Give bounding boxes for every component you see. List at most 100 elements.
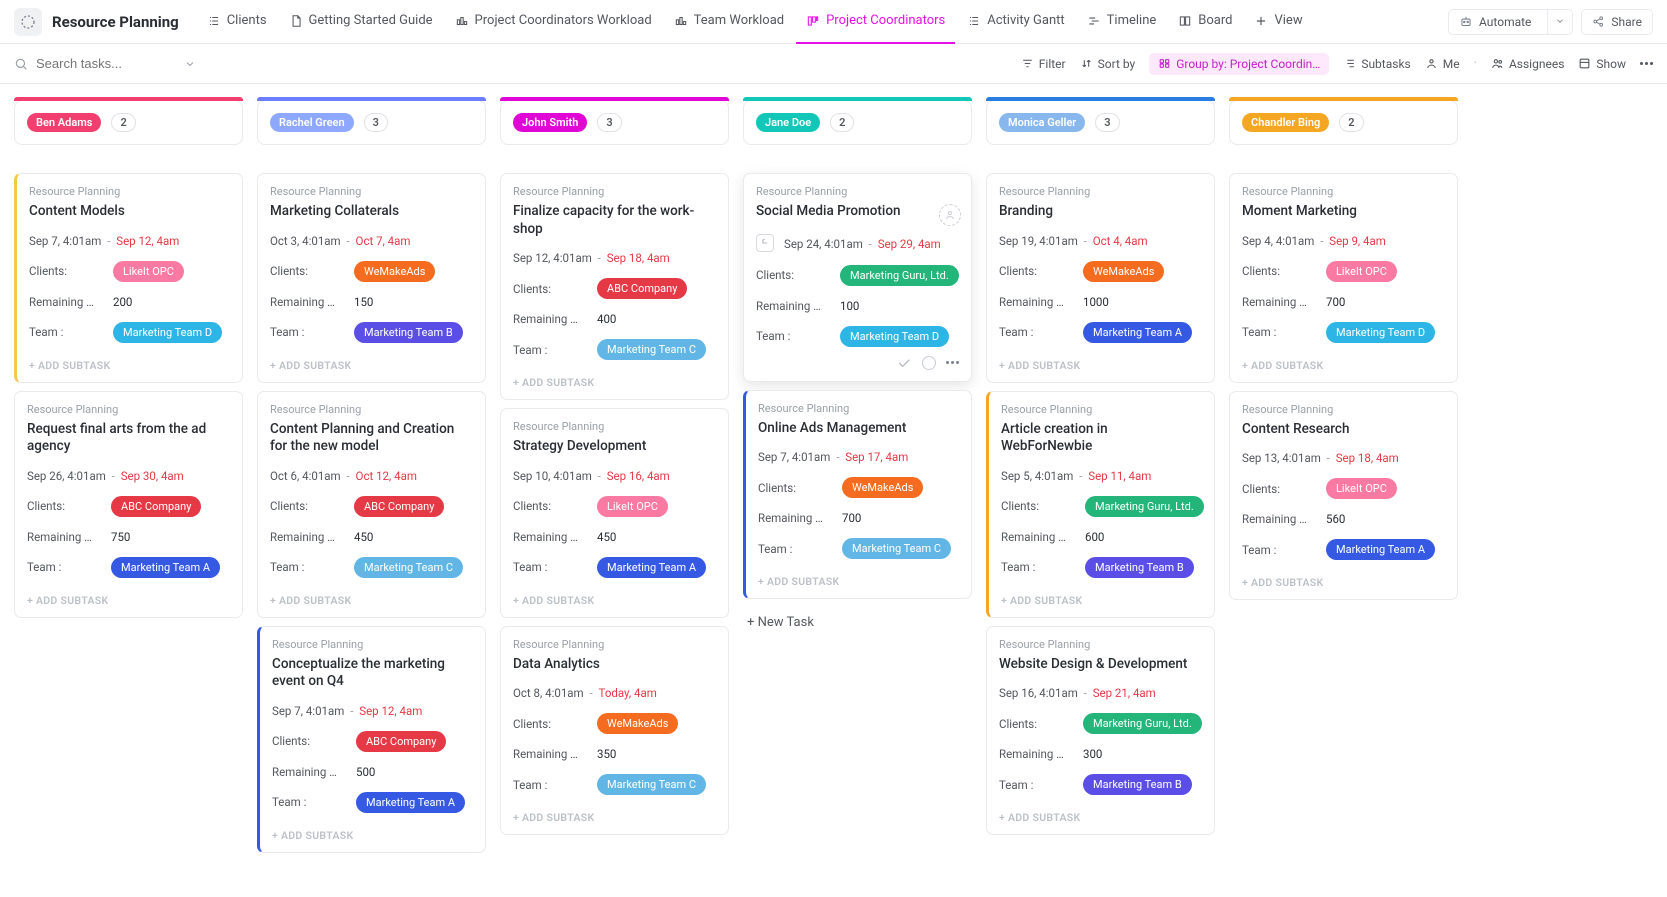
check-icon[interactable] xyxy=(896,355,912,371)
share-button[interactable]: Share xyxy=(1581,9,1653,35)
more-icon[interactable] xyxy=(946,361,959,364)
client-pill[interactable]: WeMakeAds xyxy=(842,477,923,498)
task-card[interactable]: Resource PlanningContent ResearchSep 13,… xyxy=(1229,391,1458,601)
view-tab[interactable]: Clients xyxy=(197,0,277,44)
team-pill[interactable]: Marketing Team B xyxy=(354,322,463,343)
add-subtask-button[interactable]: + ADD SUBTASK xyxy=(272,819,473,852)
view-tab[interactable]: Project Coordinators Workload xyxy=(445,0,662,44)
client-pill[interactable]: ABC Company xyxy=(354,496,444,517)
team-pill[interactable]: Marketing Team D xyxy=(840,326,949,347)
client-pill[interactable]: ABC Company xyxy=(597,278,687,299)
column-header[interactable]: Rachel Green3 xyxy=(257,100,486,145)
team-pill[interactable]: Marketing Team A xyxy=(111,557,220,578)
task-card[interactable]: Resource PlanningSocial Media PromotionS… xyxy=(743,173,972,382)
task-card[interactable]: Resource PlanningMoment MarketingSep 4, … xyxy=(1229,173,1458,383)
client-pill[interactable]: Marketing Guru, Ltd. xyxy=(1085,496,1204,517)
client-pill[interactable]: LikeIt OPC xyxy=(597,496,668,517)
task-card[interactable]: Resource PlanningArticle creation in Web… xyxy=(986,391,1215,618)
filter-button[interactable]: Filter xyxy=(1021,57,1066,71)
add-subtask-button[interactable]: + ADD SUBTASK xyxy=(1242,566,1445,599)
task-card[interactable]: Resource PlanningBrandingSep 19, 4:01am … xyxy=(986,173,1215,383)
assignee-placeholder-icon[interactable] xyxy=(939,204,961,226)
add-subtask-button[interactable]: + ADD SUBTASK xyxy=(270,584,473,617)
task-card[interactable]: Resource PlanningData AnalyticsOct 8, 4:… xyxy=(500,626,729,836)
team-pill[interactable]: Marketing Team B xyxy=(1085,557,1194,578)
client-pill[interactable]: LikeIt OPC xyxy=(113,261,184,282)
search-input[interactable] xyxy=(36,56,176,71)
client-pill[interactable]: Marketing Guru, Ltd. xyxy=(1083,713,1202,734)
add-subtask-button[interactable]: + ADD SUBTASK xyxy=(758,565,959,598)
search-wrap xyxy=(14,56,1009,71)
remaining-value: 450 xyxy=(354,530,373,544)
client-pill[interactable]: WeMakeAds xyxy=(1083,261,1164,282)
automate-dropdown-icon[interactable] xyxy=(1547,10,1572,34)
clients-row: Clients:Marketing Guru, Ltd. xyxy=(756,265,959,286)
team-pill[interactable]: Marketing Team C xyxy=(842,538,951,559)
team-pill[interactable]: Marketing Team C xyxy=(597,339,706,360)
client-pill[interactable]: ABC Company xyxy=(356,731,446,752)
client-pill[interactable]: WeMakeAds xyxy=(354,261,435,282)
me-button[interactable]: Me xyxy=(1425,57,1460,71)
add-subtask-button[interactable]: + ADD SUBTASK xyxy=(270,349,473,382)
view-tab[interactable]: Getting Started Guide xyxy=(279,0,443,44)
subtasks-button[interactable]: Subtasks xyxy=(1343,57,1410,71)
card-title: Content Planning and Creation for the ne… xyxy=(270,421,473,456)
team-pill[interactable]: Marketing Team A xyxy=(597,557,706,578)
assignees-button[interactable]: Assignees xyxy=(1491,57,1564,71)
team-pill[interactable]: Marketing Team C xyxy=(354,557,463,578)
team-pill[interactable]: Marketing Team D xyxy=(113,322,222,343)
add-subtask-button[interactable]: + ADD SUBTASK xyxy=(513,584,716,617)
team-pill[interactable]: Marketing Team C xyxy=(597,774,706,795)
team-pill[interactable]: Marketing Team A xyxy=(1083,322,1192,343)
task-card[interactable]: Resource PlanningMarketing CollateralsOc… xyxy=(257,173,486,383)
client-pill[interactable]: LikeIt OPC xyxy=(1326,261,1397,282)
team-pill[interactable]: Marketing Team D xyxy=(1326,322,1435,343)
add-subtask-button[interactable]: + ADD SUBTASK xyxy=(999,349,1202,382)
task-card[interactable]: Resource PlanningFinalize capacity for t… xyxy=(500,173,729,400)
task-card[interactable]: Resource PlanningRequest final arts from… xyxy=(14,391,243,618)
task-card[interactable]: Resource PlanningContent Planning and Cr… xyxy=(257,391,486,618)
add-subtask-button[interactable]: + ADD SUBTASK xyxy=(513,366,716,399)
team-pill[interactable]: Marketing Team B xyxy=(1083,774,1192,795)
column-header[interactable]: John Smith3 xyxy=(500,100,729,145)
task-card[interactable]: Resource PlanningOnline Ads ManagementSe… xyxy=(743,390,972,600)
card-dates: Sep 16, 4:01am - Sep 21, 4am xyxy=(999,686,1202,700)
new-task-button[interactable]: + New Task xyxy=(743,607,972,630)
add-subtask-button[interactable]: + ADD SUBTASK xyxy=(29,349,230,382)
task-card[interactable]: Resource PlanningConceptualize the marke… xyxy=(257,626,486,853)
add-subtask-button[interactable]: + ADD SUBTASK xyxy=(1001,584,1202,617)
filter-right: Filter Sort by Group by: Project Coordin… xyxy=(1021,53,1653,75)
view-tab[interactable]: Timeline xyxy=(1077,0,1167,44)
column-header[interactable]: Jane Doe2 xyxy=(743,100,972,145)
team-pill[interactable]: Marketing Team A xyxy=(1326,539,1435,560)
automate-button[interactable]: Automate xyxy=(1448,9,1573,35)
view-tab[interactable]: Project Coordinators xyxy=(796,0,955,44)
task-card[interactable]: Resource PlanningContent ModelsSep 7, 4:… xyxy=(14,173,243,383)
client-pill[interactable]: WeMakeAds xyxy=(597,713,678,734)
view-tab[interactable]: Team Workload xyxy=(664,0,794,44)
show-button[interactable]: Show xyxy=(1578,57,1626,71)
team-row: Team :Marketing Team D xyxy=(756,326,959,347)
view-tab[interactable]: Board xyxy=(1168,0,1242,44)
add-subtask-button[interactable]: + ADD SUBTASK xyxy=(513,801,716,834)
client-pill[interactable]: ABC Company xyxy=(111,496,201,517)
status-circle-icon[interactable] xyxy=(922,356,936,370)
sort-button[interactable]: Sort by xyxy=(1080,57,1136,71)
group-by-button[interactable]: Group by: Project Coordin… xyxy=(1149,53,1329,75)
more-icon[interactable] xyxy=(1640,62,1653,65)
task-card[interactable]: Resource PlanningWebsite Design & Develo… xyxy=(986,626,1215,836)
add-subtask-button[interactable]: + ADD SUBTASK xyxy=(1242,349,1445,382)
chevron-down-icon[interactable] xyxy=(184,58,196,70)
clients-row: Clients:WeMakeAds xyxy=(758,477,959,498)
column-header[interactable]: Ben Adams2 xyxy=(14,100,243,145)
client-pill[interactable]: Marketing Guru, Ltd. xyxy=(840,265,959,286)
add-subtask-button[interactable]: + ADD SUBTASK xyxy=(27,584,230,617)
view-tab[interactable]: Activity Gantt xyxy=(957,0,1074,44)
column-header[interactable]: Monica Geller3 xyxy=(986,100,1215,145)
task-card[interactable]: Resource PlanningStrategy DevelopmentSep… xyxy=(500,408,729,618)
add-subtask-button[interactable]: + ADD SUBTASK xyxy=(999,801,1202,834)
view-tab[interactable]: View xyxy=(1244,0,1312,44)
column-header[interactable]: Chandler Bing2 xyxy=(1229,100,1458,145)
team-pill[interactable]: Marketing Team A xyxy=(356,792,465,813)
client-pill[interactable]: LikeIt OPC xyxy=(1326,478,1397,499)
